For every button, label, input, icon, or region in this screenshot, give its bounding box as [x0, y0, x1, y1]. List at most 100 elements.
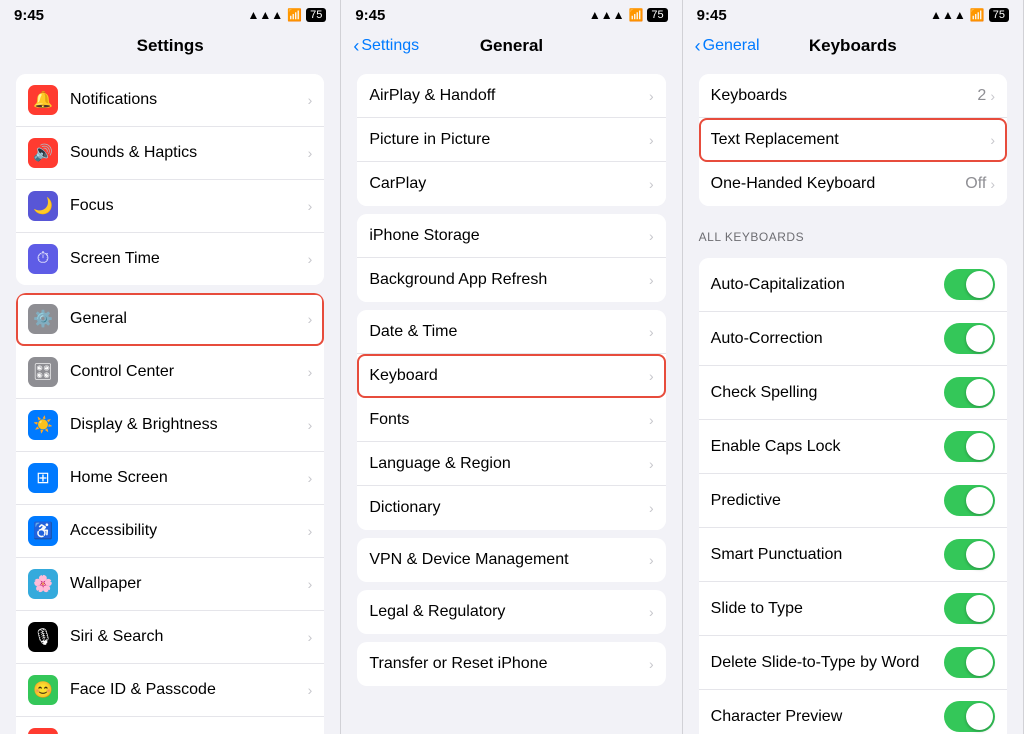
panel-title-2: General — [480, 36, 543, 56]
predictive-toggle[interactable] — [944, 485, 995, 516]
keyboards-group-top: Keyboards 2 › Text Replacement › One-Han… — [699, 74, 1007, 206]
settings-row-general[interactable]: ⚙️ General › — [16, 293, 324, 346]
back-to-settings[interactable]: ‹ Settings — [353, 36, 419, 57]
settings-group-1: 🔔 Notifications › 🔊 Sounds & Haptics › 🌙… — [16, 74, 324, 285]
dictionary-label: Dictionary — [369, 499, 649, 517]
emergencysos-icon: SOS — [28, 728, 58, 734]
deleteslide-label: Delete Slide-to-Type by Word — [711, 654, 944, 672]
general-row-vpn[interactable]: VPN & Device Management › — [357, 538, 665, 582]
settings-row-siri[interactable]: 🎙 Siri & Search › — [16, 611, 324, 664]
back-arrow-2: ‹ — [353, 36, 359, 57]
focus-icon: 🌙 — [28, 191, 58, 221]
general-row-airplay[interactable]: AirPlay & Handoff › — [357, 74, 665, 118]
general-row-backgroundapp[interactable]: Background App Refresh › — [357, 258, 665, 302]
settings-row-faceid[interactable]: 😊 Face ID & Passcode › — [16, 664, 324, 717]
status-icons-3: ▲▲▲ 📶 75 — [930, 8, 1009, 22]
settings-row-wallpaper[interactable]: 🌸 Wallpaper › — [16, 558, 324, 611]
settings-row-display[interactable]: ☀️ Display & Brightness › — [16, 399, 324, 452]
wifi-icon: 📶 — [287, 8, 302, 22]
settings-row-controlcenter[interactable]: 🎛 Control Center › — [16, 346, 324, 399]
deleteslide-toggle[interactable] — [944, 647, 995, 678]
settings-row-accessibility[interactable]: ♿ Accessibility › — [16, 505, 324, 558]
general-row-datetime[interactable]: Date & Time › — [357, 310, 665, 354]
general-row-carplay[interactable]: CarPlay › — [357, 162, 665, 206]
notifications-icon: 🔔 — [28, 85, 58, 115]
focus-label: Focus — [70, 197, 308, 215]
charpreview-toggle[interactable] — [944, 701, 995, 732]
general-group-3: Date & Time › Keyboard › Fonts › Languag… — [357, 310, 665, 530]
language-label: Language & Region — [369, 455, 649, 473]
settings-row-sounds[interactable]: 🔊 Sounds & Haptics › — [16, 127, 324, 180]
general-row-dictionary[interactable]: Dictionary › — [357, 486, 665, 530]
panel-title-3: Keyboards — [809, 36, 897, 56]
backgroundapp-label: Background App Refresh — [369, 271, 649, 289]
general-row-transfer[interactable]: Transfer or Reset iPhone › — [357, 642, 665, 686]
general-row-iphonestorage[interactable]: iPhone Storage › — [357, 214, 665, 258]
checkspelling-toggle[interactable] — [944, 377, 995, 408]
general-panel: 9:45 ▲▲▲ 📶 75 ‹ Settings General AirPlay… — [341, 0, 682, 734]
keyboards-panel: 9:45 ▲▲▲ 📶 75 ‹ General Keyboards Keyboa… — [683, 0, 1024, 734]
general-content: AirPlay & Handoff › Picture in Picture ›… — [341, 66, 681, 734]
autocorrect-label: Auto-Correction — [711, 330, 944, 348]
onehanded-value: Off — [965, 175, 986, 193]
back-to-general[interactable]: ‹ General — [695, 36, 760, 57]
settings-row-notifications[interactable]: 🔔 Notifications › — [16, 74, 324, 127]
keyboards-row-onehanded[interactable]: One-Handed Keyboard Off › — [699, 162, 1007, 206]
slidetype-toggle[interactable] — [944, 593, 995, 624]
sounds-icon: 🔊 — [28, 138, 58, 168]
autocap-toggle[interactable] — [944, 269, 995, 300]
sounds-label: Sounds & Haptics — [70, 144, 308, 162]
accessibility-label: Accessibility — [70, 522, 308, 540]
general-row-fonts[interactable]: Fonts › — [357, 398, 665, 442]
general-row-pip[interactable]: Picture in Picture › — [357, 118, 665, 162]
keyboards-toggles-group: Auto-Capitalization Auto-Correction Chec… — [699, 258, 1007, 734]
transfer-label: Transfer or Reset iPhone — [369, 655, 649, 673]
keyboards-row-keyboards[interactable]: Keyboards 2 › — [699, 74, 1007, 118]
general-row-keyboard[interactable]: Keyboard › — [357, 354, 665, 398]
keyboards-row-autocap[interactable]: Auto-Capitalization — [699, 258, 1007, 312]
display-icon: ☀️ — [28, 410, 58, 440]
settings-group-2: ⚙️ General › 🎛 Control Center › ☀️ Displ… — [16, 293, 324, 734]
autocorrect-toggle[interactable] — [944, 323, 995, 354]
settings-row-homescreen[interactable]: ⊞ Home Screen › — [16, 452, 324, 505]
pip-label: Picture in Picture — [369, 131, 649, 149]
display-label: Display & Brightness — [70, 416, 308, 434]
slidetype-label: Slide to Type — [711, 600, 944, 618]
keyboards-row-autocorrect[interactable]: Auto-Correction — [699, 312, 1007, 366]
keyboards-row-deleteslide[interactable]: Delete Slide-to-Type by Word — [699, 636, 1007, 690]
general-group-5: Legal & Regulatory › — [357, 590, 665, 634]
general-row-legal[interactable]: Legal & Regulatory › — [357, 590, 665, 634]
general-group-1: AirPlay & Handoff › Picture in Picture ›… — [357, 74, 665, 206]
panel-header-3: ‹ General Keyboards — [683, 28, 1023, 66]
wallpaper-label: Wallpaper — [70, 575, 308, 593]
wallpaper-chevron: › — [308, 576, 313, 592]
smartpunct-toggle[interactable] — [944, 539, 995, 570]
keyboards-row-smartpunct[interactable]: Smart Punctuation — [699, 528, 1007, 582]
keyboards-row-checkspelling[interactable]: Check Spelling — [699, 366, 1007, 420]
screentime-icon: ⏱ — [28, 244, 58, 274]
battery-icon-2: 75 — [647, 8, 667, 22]
general-group-6: Transfer or Reset iPhone › — [357, 642, 665, 686]
general-group-4: VPN & Device Management › — [357, 538, 665, 582]
settings-row-emergencysos[interactable]: SOS Emergency SOS › — [16, 717, 324, 734]
keyboards-row-textreplacement[interactable]: Text Replacement › — [699, 118, 1007, 162]
keyboards-row-capslock[interactable]: Enable Caps Lock — [699, 420, 1007, 474]
controlcenter-label: Control Center — [70, 363, 308, 381]
general-row-language[interactable]: Language & Region › — [357, 442, 665, 486]
siri-chevron: › — [308, 629, 313, 645]
keyboards-row-charpreview[interactable]: Character Preview — [699, 690, 1007, 734]
capslock-toggle[interactable] — [944, 431, 995, 462]
homescreen-chevron: › — [308, 470, 313, 486]
settings-row-screentime[interactable]: ⏱ Screen Time › — [16, 233, 324, 285]
settings-row-focus[interactable]: 🌙 Focus › — [16, 180, 324, 233]
keyboard-label: Keyboard — [369, 367, 649, 385]
capslock-label: Enable Caps Lock — [711, 438, 944, 456]
panel-header-2: ‹ Settings General — [341, 28, 681, 66]
keyboards-row-slidetype[interactable]: Slide to Type — [699, 582, 1007, 636]
keyboards-row-predictive[interactable]: Predictive — [699, 474, 1007, 528]
accessibility-icon: ♿ — [28, 516, 58, 546]
status-bar-3: 9:45 ▲▲▲ 📶 75 — [683, 0, 1023, 28]
datetime-label: Date & Time — [369, 323, 649, 341]
keyboards-content: Keyboards 2 › Text Replacement › One-Han… — [683, 66, 1023, 734]
autocap-label: Auto-Capitalization — [711, 276, 944, 294]
